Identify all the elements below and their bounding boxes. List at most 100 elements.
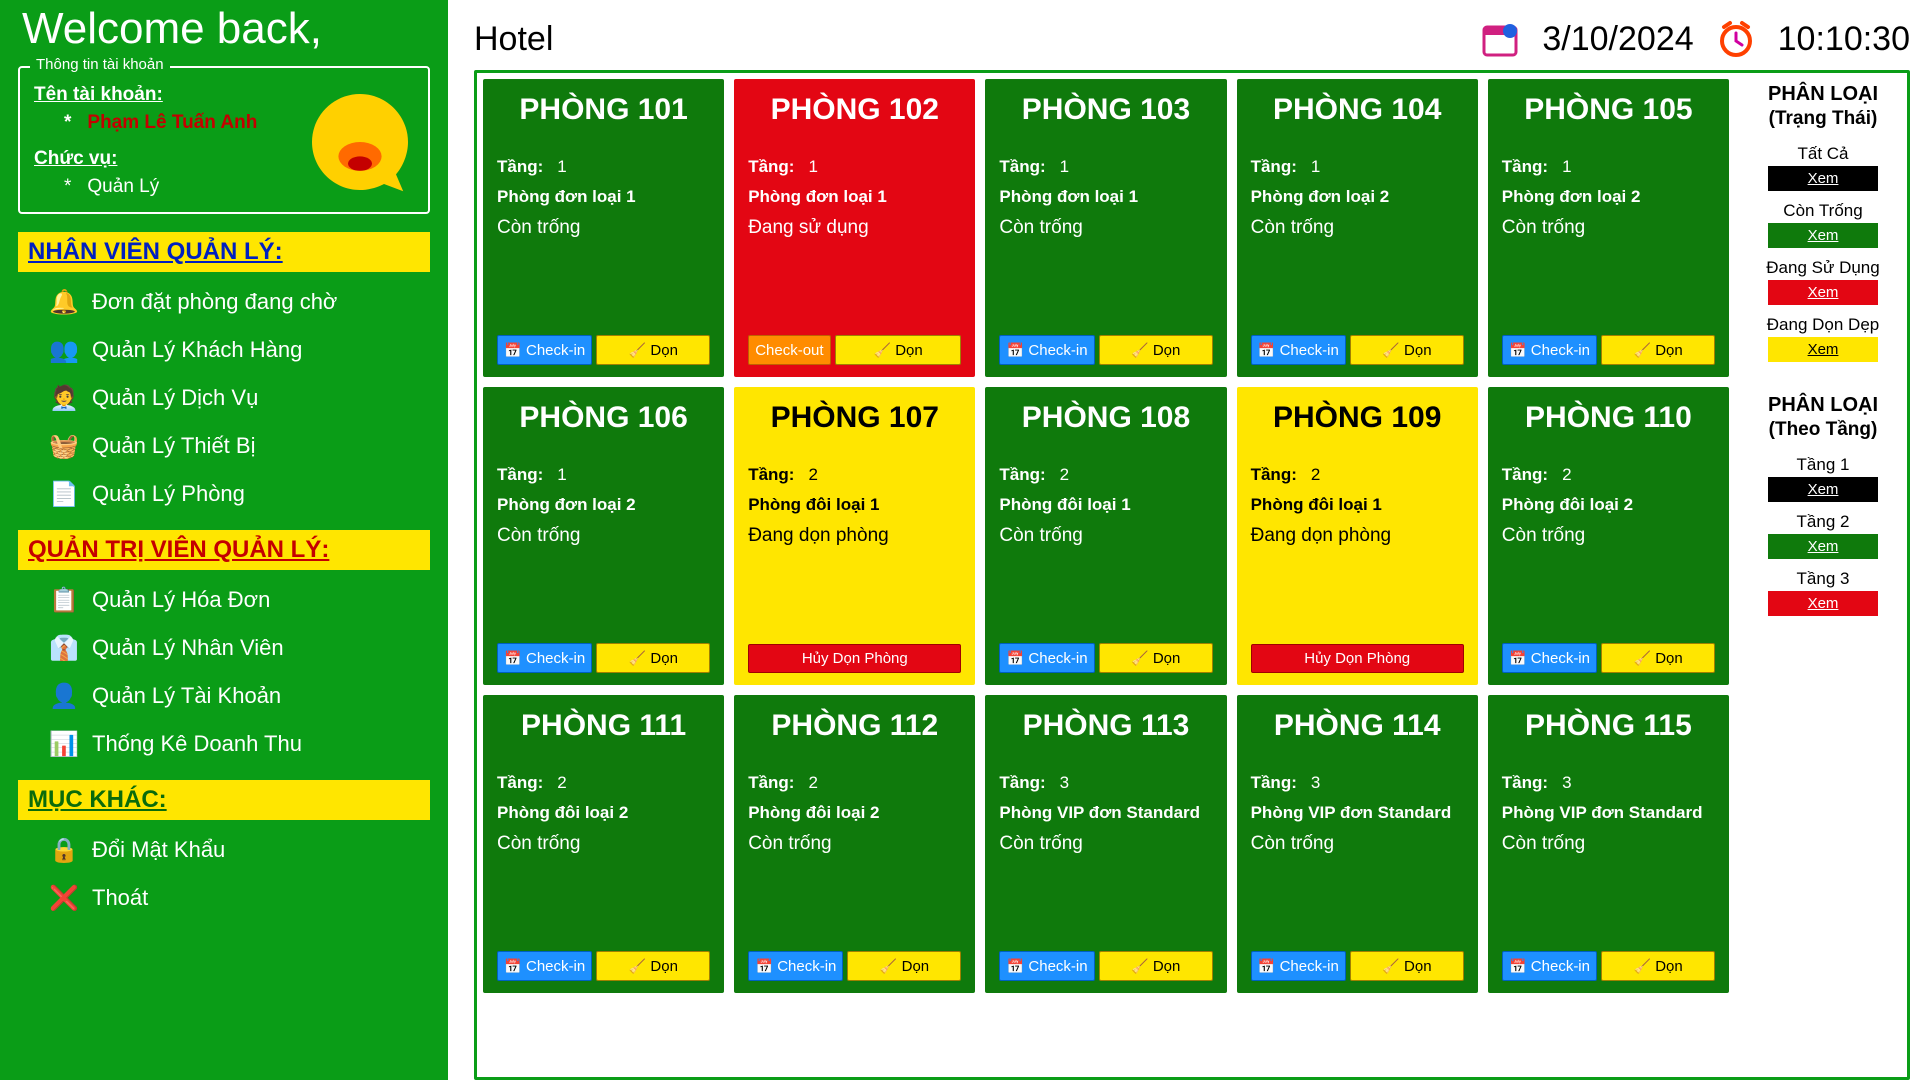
room-card: PHÒNG 106Tầng:1Phòng đơn loại 2Còn trống… <box>483 387 724 685</box>
account-box: Thông tin tài khoản Tên tài khoản: Phạm … <box>18 66 430 214</box>
clean-button[interactable]: 🧹Dọn <box>1601 335 1715 365</box>
clean-button[interactable]: 🧹Dọn <box>1601 951 1715 981</box>
room-floor: Tầng:2 <box>748 465 961 485</box>
filter-view-button[interactable]: Xem <box>1768 223 1878 248</box>
checkin-button[interactable]: 📅Check-in <box>748 951 843 981</box>
menu-item[interactable]: 🔔Đơn đặt phòng đang chờ <box>18 278 430 326</box>
filter-view-button[interactable]: Xem <box>1768 166 1878 191</box>
room-status: Còn trống <box>1502 833 1715 855</box>
menu-item[interactable]: 🧺Quản Lý Thiết Bị <box>18 422 430 470</box>
clean-button[interactable]: 🧹Dọn <box>596 335 710 365</box>
btn-icon: 🧹 <box>628 957 646 975</box>
menu-label: Đổi Mật Khẩu <box>92 837 225 863</box>
clean-button[interactable]: 🧹Dọn <box>835 335 962 365</box>
room-actions: Check-out 🧹Dọn <box>748 335 961 365</box>
room-floor: Tầng:2 <box>497 773 710 793</box>
menu-label: Quản Lý Hóa Đơn <box>92 587 270 613</box>
room-floor: Tầng:2 <box>999 465 1212 485</box>
checkin-button[interactable]: 📅Check-in <box>497 335 592 365</box>
clean-button[interactable]: 🧹Dọn <box>1350 335 1464 365</box>
clean-button[interactable]: 🧹Dọn <box>1350 951 1464 981</box>
menu-item[interactable]: 🔒 Đổi Mật Khẩu <box>18 826 430 874</box>
btn-label: Dọn <box>650 342 678 359</box>
btn-label: Check-in <box>1028 650 1087 667</box>
main: Hotel 3/10/2024 10:10:30 PHÒNG 101Tầng:1… <box>448 0 1920 1080</box>
btn-icon: 🧹 <box>880 957 898 975</box>
checkin-button[interactable]: 📅Check-in <box>999 335 1094 365</box>
checkout-button[interactable]: Check-out <box>748 335 830 365</box>
clean-button[interactable]: 🧹Dọn <box>1601 643 1715 673</box>
room-name: PHÒNG 103 <box>999 93 1212 127</box>
btn-label: Hủy Dọn Phòng <box>802 650 908 667</box>
menu-label: Quản Lý Dịch Vụ <box>92 385 258 411</box>
room-floor: Tầng:2 <box>748 773 961 793</box>
cancel-clean-button[interactable]: Hủy Dọn Phòng <box>1251 644 1464 673</box>
room-name: PHÒNG 104 <box>1251 93 1464 127</box>
checkin-button[interactable]: 📅Check-in <box>1502 643 1597 673</box>
room-actions: 📅Check-in🧹Dọn <box>999 951 1212 981</box>
room-actions: 📅Check-in🧹Dọn <box>497 951 710 981</box>
filter-view-button[interactable]: Xem <box>1768 280 1878 305</box>
menu-item[interactable]: 📄Quản Lý Phòng <box>18 470 430 518</box>
room-type: Phòng VIP đơn Standard <box>1502 803 1715 823</box>
room-name: PHÒNG 111 <box>497 709 710 743</box>
room-actions: 📅Check-in🧹Dọn <box>1251 335 1464 365</box>
clean-button[interactable]: 🧹Dọn <box>847 951 961 981</box>
btn-icon: 🧹 <box>1131 957 1149 975</box>
menu-icon: 📄 <box>50 480 78 508</box>
room-name: PHÒNG 112 <box>748 709 961 743</box>
room-card: PHÒNG 113Tầng:3Phòng VIP đơn StandardCòn… <box>985 695 1226 993</box>
checkin-button[interactable]: 📅Check-in <box>497 643 592 673</box>
btn-label: Check-out <box>755 342 823 359</box>
room-type: Phòng đôi loại 1 <box>1251 495 1464 515</box>
menu-item[interactable]: 📋Quản Lý Hóa Đơn <box>18 576 430 624</box>
checkin-button[interactable]: 📅Check-in <box>1251 335 1346 365</box>
filter-view-button[interactable]: Xem <box>1768 591 1878 616</box>
room-floor: Tầng:1 <box>999 157 1212 177</box>
section-header: QUẢN TRỊ VIÊN QUẢN LÝ: <box>18 530 430 570</box>
room-grid: PHÒNG 101Tầng:1Phòng đơn loại 1Còn trống… <box>483 79 1729 993</box>
checkin-button[interactable]: 📅Check-in <box>999 951 1094 981</box>
room-card: PHÒNG 115Tầng:3Phòng VIP đơn StandardCòn… <box>1488 695 1729 993</box>
account-legend: Thông tin tài khoản <box>30 56 170 73</box>
clean-button[interactable]: 🧹Dọn <box>596 643 710 673</box>
room-status: Đang dọn phòng <box>748 525 961 547</box>
checkin-button[interactable]: 📅Check-in <box>999 643 1094 673</box>
filter-label: Tầng 2 <box>1745 512 1901 532</box>
btn-icon: 📅 <box>504 341 522 359</box>
btn-icon: 📅 <box>1509 649 1527 667</box>
filter-item: Đang Sử DụngXem <box>1745 258 1901 305</box>
filter-view-button[interactable]: Xem <box>1768 534 1878 559</box>
filter-view-button[interactable]: Xem <box>1768 337 1878 362</box>
clean-button[interactable]: 🧹Dọn <box>1099 951 1213 981</box>
filter-view-button[interactable]: Xem <box>1768 477 1878 502</box>
menu-item[interactable]: ❌Thoát <box>18 874 430 922</box>
menu-icon: 🔒 <box>50 836 78 864</box>
checkin-button[interactable]: 📅Check-in <box>1251 951 1346 981</box>
menu-item[interactable]: 📊Thống Kê Doanh Thu <box>18 720 430 768</box>
room-grid-scroll[interactable]: PHÒNG 101Tầng:1Phòng đơn loại 1Còn trống… <box>483 79 1733 1071</box>
clean-button[interactable]: 🧹Dọn <box>1099 643 1213 673</box>
menu-item[interactable]: 👔Quản Lý Nhân Viên <box>18 624 430 672</box>
room-floor: Tầng:1 <box>497 465 710 485</box>
menu-item[interactable]: 🧑‍💼Quản Lý Dịch Vụ <box>18 374 430 422</box>
clean-button[interactable]: 🧹Dọn <box>596 951 710 981</box>
room-type: Phòng đôi loại 2 <box>748 803 961 823</box>
btn-label: Hủy Dọn Phòng <box>1304 650 1410 667</box>
checkin-button[interactable]: 📅Check-in <box>497 951 592 981</box>
time-value: 10:10:30 <box>1778 20 1910 59</box>
cancel-clean-button[interactable]: Hủy Dọn Phòng <box>748 644 961 673</box>
room-type: Phòng VIP đơn Standard <box>999 803 1212 823</box>
menu-item[interactable]: 👤Quản Lý Tài Khoản <box>18 672 430 720</box>
checkin-button[interactable]: 📅Check-in <box>1502 951 1597 981</box>
room-card: PHÒNG 102Tầng:1Phòng đơn loại 1Đang sử d… <box>734 79 975 377</box>
room-status: Đang dọn phòng <box>1251 525 1464 547</box>
btn-icon: 🧹 <box>1633 649 1651 667</box>
clock-icon <box>1714 17 1758 61</box>
clean-button[interactable]: 🧹Dọn <box>1099 335 1213 365</box>
btn-label: Check-in <box>1531 650 1590 667</box>
btn-icon: 📅 <box>1509 957 1527 975</box>
checkin-button[interactable]: 📅Check-in <box>1502 335 1597 365</box>
menu-item[interactable]: 👥Quản Lý Khách Hàng <box>18 326 430 374</box>
btn-label: Dọn <box>1404 342 1432 359</box>
